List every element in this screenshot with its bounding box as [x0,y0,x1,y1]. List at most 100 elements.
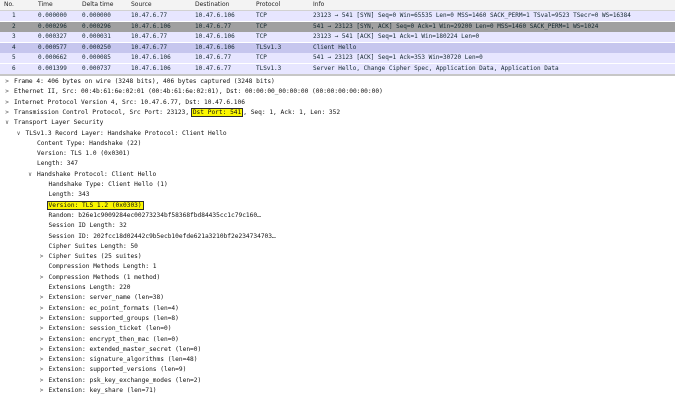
packet-cell-info: 23123 → 541 [ACK] Seq=1 Ack=1 Win=180224… [313,33,480,40]
packet-cell-source: 10.47.6.106 [131,22,171,30]
detail-tree-label: Extensions Length: 220 [49,283,131,293]
detail-tree-item[interactable]: > Extension: session_ticket (len=0) [0,324,675,334]
detail-tree-item[interactable]: > Extension: ec_point_formats (len=4) [0,304,675,314]
detail-tree-item[interactable]: > Transmission Control Protocol, Src Port… [0,107,675,118]
detail-tree-item[interactable]: > Extension: server_name (len=38) [0,293,675,303]
column-header-info[interactable]: Info [313,1,324,8]
collapse-arrow-icon[interactable]: > [38,324,46,334]
column-header-destination[interactable]: Destination [195,1,229,8]
detail-tree-item[interactable]: Version: TLS 1.2 (0x0303) [0,200,675,211]
detail-tree-label: Handshake Type: Client Hello (1) [49,180,168,190]
column-header-time[interactable]: Time [38,1,53,8]
packet-details-tree[interactable]: > Frame 4: 406 bytes on wire (3248 bits),… [0,76,675,400]
detail-tree-label: Ethernet II, Src: 00:4b:61:6e:02:01 (00:… [14,87,383,97]
detail-tree-item[interactable]: > Frame 4: 406 bytes on wire (3248 bits),… [0,77,675,87]
detail-tree-item[interactable]: Handshake Type: Client Hello (1) [0,180,675,190]
collapse-arrow-icon[interactable]: > [38,355,46,365]
packet-row[interactable]: 4 0.000577 0.000250 10.47.6.77 10.47.6.106 TL… [0,42,675,53]
packet-cell-time: 0.001399 [38,64,67,72]
column-header-no[interactable]: No. [4,1,14,8]
packet-cell-time: 0.000577 [38,43,67,51]
packet-cell-protocol: TCP [256,54,267,61]
packet-list-header: No. Time Delta time Source Destination P… [0,0,675,11]
collapse-arrow-icon[interactable]: > [38,314,46,324]
expand-arrow-icon[interactable]: ∨ [26,170,34,180]
column-header-protocol[interactable]: Protocol [256,1,280,8]
packet-cell-time: 0.000662 [38,54,67,61]
packet-row[interactable]: 2 0.000296 0.000296 10.47.6.106 10.47.6.77 TC… [0,21,675,32]
detail-tree-item[interactable]: Content Type: Handshake (22) [0,139,675,149]
detail-tree-text: Content Type: Handshake (22) [37,139,142,147]
packet-cell-destination: 10.47.6.77 [195,54,232,61]
collapse-arrow-icon[interactable]: > [38,376,46,386]
detail-tree-item[interactable]: > Cipher Suites (25 suites) [0,252,675,262]
packet-cell-no: 4 [12,43,16,51]
packet-row[interactable]: 5 0.000662 0.000085 10.47.6.106 10.47.6.77 TC… [0,53,675,63]
detail-tree-text: Frame 4: 406 bytes on wire (3248 bits), … [14,78,275,85]
detail-tree-label: Compression Methods (1 method) [49,273,161,283]
collapse-arrow-icon[interactable]: > [38,304,46,314]
collapse-arrow-icon[interactable]: > [3,98,11,108]
detail-tree-item[interactable]: ∨ Handshake Protocol: Client Hello [0,170,675,180]
detail-tree-label: Content Type: Handshake (22) [37,139,141,149]
detail-tree-text: Extension: server_name (len=38) [48,294,164,302]
detail-tree-item[interactable]: Session ID Length: 32 [0,221,675,231]
collapse-arrow-icon[interactable]: > [38,365,46,375]
detail-tree-label: Session ID: 202fcc18d02442c9b5ecb10efde6… [49,232,276,242]
collapse-arrow-icon[interactable]: > [38,345,46,355]
detail-tree-item[interactable]: Extensions Length: 220 [0,283,675,293]
collapse-arrow-icon[interactable]: > [3,87,11,97]
detail-tree-label: Cipher Suites Length: 50 [49,242,138,252]
detail-tree-item[interactable]: > Extension: signature_algorithms (len=48… [0,355,675,365]
detail-tree-text: Extension: supported_versions (len=9) [48,366,187,374]
detail-tree-text: Extension: psk_key_exchange_modes (len=2… [48,376,202,384]
packet-cell-protocol: TCP [256,33,267,40]
expand-arrow-icon[interactable]: ∨ [3,118,11,128]
detail-tree-item[interactable]: > Compression Methods (1 method) [0,273,675,283]
packet-row[interactable]: 1 0.000000 0.000000 10.47.6.77 10.47.6.106 TC… [0,11,675,21]
packet-row[interactable]: 3 0.000327 0.000031 10.47.6.77 10.47.6.106 TC… [0,32,675,42]
detail-tree-item[interactable]: > Ethernet II, Src: 00:4b:61:6e:02:01 (00… [0,87,675,97]
detail-tree-item[interactable]: Length: 347 [0,159,675,169]
detail-tree-text: Handshake Type: Client Hello (1) [48,181,168,188]
highlighted-field: Version: TLS 1.2 (0x0303) [46,200,144,210]
collapse-arrow-icon[interactable]: > [38,252,46,262]
collapse-arrow-icon[interactable]: > [38,335,46,345]
detail-tree-item[interactable]: > Extension: key_share (len=71) [0,386,675,396]
detail-tree-item[interactable]: Random: b26e1c9009284ec00273234bf58368fb… [0,211,675,221]
detail-tree-item[interactable]: > Extension: extended_master_secret (len=… [0,345,675,355]
detail-tree-item[interactable]: Session ID: 202fcc18d02442c9b5ecb10efde6… [0,232,675,242]
detail-tree-item[interactable]: Cipher Suites Length: 50 [0,242,675,252]
packet-cell-info: Client Hello [313,43,357,51]
detail-tree-item[interactable]: Version: TLS 1.0 (0x0301) [0,149,675,159]
detail-tree-item[interactable]: > Internet Protocol Version 4, Src: 10.47… [0,98,675,108]
collapse-arrow-icon[interactable]: > [3,108,11,118]
detail-tree-label: Session ID Length: 32 [49,221,127,231]
column-header-source[interactable]: Source [131,1,152,8]
collapse-arrow-icon[interactable]: > [38,386,46,396]
collapse-arrow-icon[interactable]: > [3,77,11,87]
detail-tree-text-after: , Seq: 1, Ack: 1, Len: 352 [243,108,341,116]
detail-tree-label: Version: TLS 1.2 (0x0303) [46,200,144,211]
packet-cell-info: Server Hello, Change Cipher Spec, Applic… [313,64,559,72]
detail-tree-item[interactable]: > Extension: encrypt_then_mac (len=0) [0,335,675,345]
detail-tree-item[interactable]: > Extension: psk_key_exchange_modes (len=… [0,376,675,386]
packet-cell-delta-time: 0.000737 [82,64,111,72]
detail-tree-label: Length: 343 [49,190,90,200]
expand-arrow-icon[interactable]: ∨ [15,129,23,139]
collapse-arrow-icon[interactable]: > [38,293,46,303]
detail-tree-item[interactable]: Compression Methods Length: 1 [0,262,675,272]
detail-tree-item[interactable]: > Extension: supported_groups (len=8) [0,314,675,324]
column-header-delta-time[interactable]: Delta time [82,1,113,8]
collapse-arrow-icon[interactable]: > [38,273,46,283]
packet-cell-source: 10.47.6.77 [131,43,168,51]
packet-cell-destination: 10.47.6.106 [195,43,235,51]
detail-tree-item[interactable]: > Extension: supported_versions (len=9) [0,365,675,375]
detail-tree-item[interactable]: ∨ TLSv1.3 Record Layer: Handshake Protoco… [0,129,675,139]
detail-tree-text: TLSv1.3 Record Layer: Handshake Protocol… [25,129,227,137]
detail-tree-item[interactable]: ∨ Transport Layer Security [0,118,675,128]
packet-row[interactable]: 6 0.001399 0.000737 10.47.6.106 10.47.6.77 TL… [0,63,675,74]
detail-tree-item[interactable]: Length: 343 [0,190,675,200]
packet-list[interactable]: 1 0.000000 0.000000 10.47.6.77 10.47.6.106 TC… [0,11,675,74]
detail-tree-label: Handshake Protocol: Client Hello [37,170,156,180]
